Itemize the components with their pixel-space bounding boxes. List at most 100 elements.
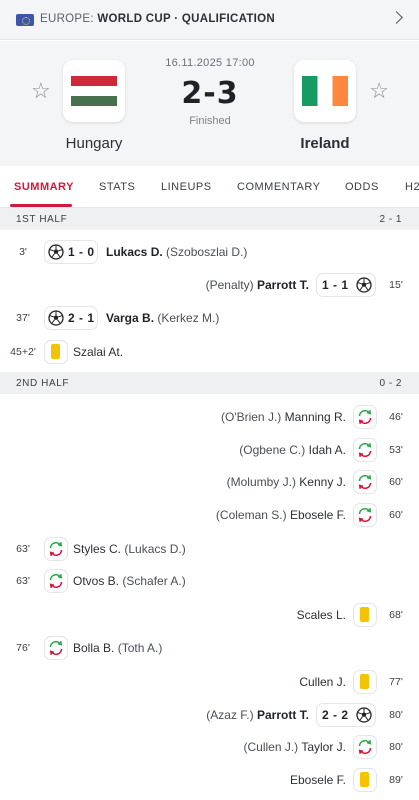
event-minute: 60' bbox=[389, 476, 403, 488]
substitution-icon bbox=[49, 640, 63, 656]
player-name[interactable]: Idah A. bbox=[309, 443, 346, 457]
goal-badge: 2 - 1 bbox=[45, 307, 97, 329]
event-row[interactable]: 63' Styles C. (Lukacs D.) bbox=[0, 534, 419, 564]
goal-badge: 1 - 1 bbox=[317, 274, 375, 296]
event-row[interactable]: Cullen J. 77' bbox=[0, 667, 419, 697]
event-row[interactable]: 3' 1 - 0 Lukacs D. (Szoboszlai D.) bbox=[0, 237, 419, 267]
substitution-badge bbox=[45, 637, 67, 659]
event-text: Scales L. bbox=[297, 608, 346, 622]
player-name[interactable]: Bolla B. bbox=[73, 641, 114, 655]
yellow-card-badge bbox=[45, 341, 67, 363]
active-tab-indicator bbox=[10, 204, 72, 207]
substitution-badge bbox=[354, 504, 376, 526]
player-name[interactable]: Parrott T. bbox=[257, 708, 309, 722]
yellow-card-badge bbox=[354, 671, 376, 693]
event-text: Bolla B. (Toth A.) bbox=[73, 641, 162, 655]
assist-name: (Coleman S.) bbox=[215, 508, 287, 522]
event-row[interactable]: (O'Brien J.) Manning R. 46' bbox=[0, 402, 419, 432]
event-minute: 37' bbox=[16, 312, 30, 324]
ireland-flag-icon bbox=[302, 76, 348, 106]
player-name[interactable]: Varga B. bbox=[106, 311, 154, 325]
eu-flag-icon bbox=[16, 14, 34, 26]
home-team-name[interactable]: Hungary bbox=[57, 135, 131, 152]
tab-summary[interactable]: SUMMARY bbox=[14, 181, 74, 193]
tab-bar: SUMMARY STATS LINEUPS COMMENTARY ODDS H2 bbox=[0, 166, 419, 208]
favorite-away-star-icon[interactable]: ☆ bbox=[369, 80, 389, 102]
event-text: Otvos B. (Schafer A.) bbox=[73, 574, 186, 588]
event-minute: 15' bbox=[389, 279, 403, 291]
yellow-card-badge bbox=[354, 769, 376, 791]
substitution-badge bbox=[354, 736, 376, 758]
substitution-icon bbox=[358, 507, 372, 523]
player-name[interactable]: Otvos B. bbox=[73, 574, 119, 588]
section-score: 0 - 2 bbox=[379, 378, 402, 389]
player-name[interactable]: Kenny J. bbox=[299, 475, 346, 489]
home-team-logo[interactable] bbox=[63, 60, 125, 122]
chevron-right-icon[interactable] bbox=[390, 11, 403, 24]
event-row[interactable]: (Azaz F.) Parrott T. 2 - 2 80' bbox=[0, 700, 419, 730]
event-minute: 80' bbox=[389, 709, 403, 721]
assist-name: (Toth A.) bbox=[117, 641, 163, 655]
player-name[interactable]: Parrott T. bbox=[257, 278, 309, 292]
player-name[interactable]: Scales L. bbox=[297, 608, 346, 622]
event-row[interactable]: Ebosele F. 89' bbox=[0, 765, 419, 795]
event-text: Ebosele F. bbox=[290, 773, 346, 787]
assist-name: (Schafer A.) bbox=[122, 574, 186, 588]
tab-stats[interactable]: STATS bbox=[99, 181, 135, 193]
event-minute: 3' bbox=[19, 246, 27, 258]
away-team-name[interactable]: Ireland bbox=[288, 135, 362, 152]
event-row[interactable]: (Cullen J.) Taylor J. 80' bbox=[0, 732, 419, 762]
player-name[interactable]: Ebosele F. bbox=[290, 773, 346, 787]
event-text: Styles C. (Lukacs D.) bbox=[73, 542, 186, 556]
competition-region: EUROPE: bbox=[40, 13, 94, 25]
event-minute: 80' bbox=[389, 741, 403, 753]
player-name[interactable]: Taylor J. bbox=[301, 740, 346, 754]
away-team-logo[interactable] bbox=[294, 60, 356, 122]
event-row[interactable]: 37' 2 - 1 Varga B. (Kerkez M.) bbox=[0, 303, 419, 333]
player-name[interactable]: Cullen J. bbox=[299, 675, 346, 689]
tab-commentary[interactable]: COMMENTARY bbox=[237, 181, 320, 193]
event-text: (Ogbene C.) Idah A. bbox=[239, 443, 346, 457]
event-minute: 89' bbox=[389, 774, 403, 786]
event-text: Varga B. (Kerkez M.) bbox=[106, 311, 219, 325]
event-row[interactable]: (Coleman S.) Ebosele F. 60' bbox=[0, 500, 419, 530]
tab-lineups[interactable]: LINEUPS bbox=[161, 181, 212, 193]
tab-h2h[interactable]: H2 bbox=[405, 181, 419, 193]
match-date: 16.11.2025 17:00 bbox=[165, 57, 255, 69]
goal-score: 1 - 0 bbox=[68, 245, 95, 259]
player-name[interactable]: Manning R. bbox=[285, 410, 346, 424]
event-row[interactable]: (Penalty) Parrott T. 1 - 1 15' bbox=[0, 270, 419, 300]
player-name[interactable]: Styles C. bbox=[73, 542, 121, 556]
assist-name: (Azaz F.) bbox=[206, 708, 254, 722]
event-row[interactable]: 76' Bolla B. (Toth A.) bbox=[0, 633, 419, 663]
event-row[interactable]: 63' Otvos B. (Schafer A.) bbox=[0, 566, 419, 596]
competition-bar[interactable]: EUROPE: WORLD CUP · QUALIFICATION bbox=[0, 0, 419, 40]
section-second-half: 2ND HALF 0 - 2 bbox=[0, 372, 419, 394]
assist-name: (Ogbene C.) bbox=[239, 443, 306, 457]
event-row[interactable]: Scales L. 68' bbox=[0, 600, 419, 630]
soccer-ball-icon bbox=[48, 244, 64, 260]
substitution-badge bbox=[354, 439, 376, 461]
tab-odds[interactable]: ODDS bbox=[345, 181, 379, 193]
player-name[interactable]: Szalai At. bbox=[73, 345, 123, 359]
player-name[interactable]: Ebosele F. bbox=[290, 508, 346, 522]
player-name[interactable]: Lukacs D. bbox=[106, 245, 163, 259]
favorite-home-star-icon[interactable]: ☆ bbox=[31, 80, 51, 102]
goal-score: 2 - 1 bbox=[68, 311, 95, 325]
goal-badge: 1 - 0 bbox=[45, 241, 97, 263]
goal-score: 1 - 1 bbox=[322, 278, 349, 292]
event-text: (Molumby J.) Kenny J. bbox=[227, 475, 346, 489]
event-row[interactable]: 45+2' Szalai At. bbox=[0, 337, 419, 367]
event-row[interactable]: (Molumby J.) Kenny J. 60' bbox=[0, 467, 419, 497]
assist-name: (Cullen J.) bbox=[243, 740, 299, 754]
competition-title: EUROPE: WORLD CUP · QUALIFICATION bbox=[40, 13, 275, 25]
yellow-card-icon bbox=[51, 344, 60, 359]
event-minute: 60' bbox=[389, 509, 403, 521]
soccer-ball-icon bbox=[356, 707, 372, 723]
substitution-icon bbox=[358, 409, 372, 425]
event-row[interactable]: (Ogbene C.) Idah A. 53' bbox=[0, 435, 419, 465]
substitution-icon bbox=[358, 739, 372, 755]
event-text: Lukacs D. (Szoboszlai D.) bbox=[106, 245, 247, 259]
event-text: (O'Brien J.) Manning R. bbox=[221, 410, 346, 424]
competition-name: WORLD CUP · QUALIFICATION bbox=[97, 13, 276, 25]
